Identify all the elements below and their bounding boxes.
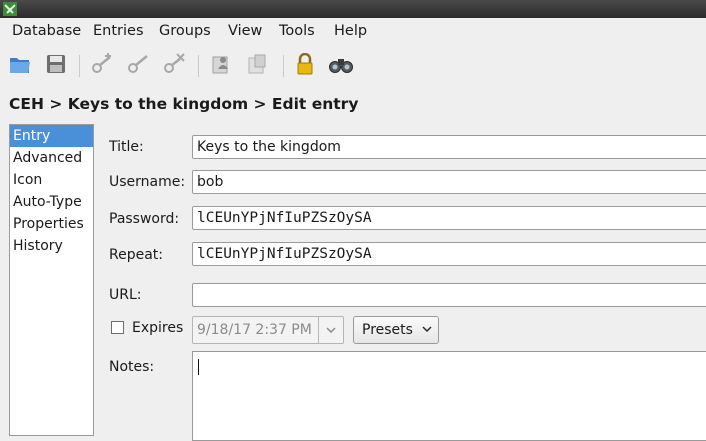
sidebar-item-icon[interactable]: Icon: [10, 169, 93, 191]
edit-entry-sidebar: Entry Advanced Icon Auto-Type Properties…: [9, 124, 94, 436]
copy-username-button[interactable]: [208, 50, 236, 78]
delete-entry-button[interactable]: [160, 50, 188, 78]
edit-entry-icon: [128, 55, 148, 73]
chevron-down-icon: [422, 326, 432, 332]
username-label: Username:: [109, 174, 186, 190]
presets-button[interactable]: Presets: [353, 316, 439, 344]
save-database-icon: [47, 55, 65, 73]
search-button[interactable]: [327, 50, 355, 78]
expiry-datetime-field[interactable]: 9/18/17 2:37 PM: [192, 316, 344, 344]
sidebar-item-entry[interactable]: Entry: [10, 125, 93, 147]
lock-database-icon: [297, 53, 313, 75]
open-database-button[interactable]: [6, 50, 34, 78]
repeat-password-field[interactable]: lCEUnYPjNfIuPZSzOySA: [192, 242, 706, 266]
copy-password-button[interactable]: [244, 50, 272, 78]
presets-label: Presets: [362, 322, 413, 338]
save-database-button[interactable]: [42, 50, 70, 78]
delete-entry-icon: [164, 53, 185, 73]
toolbar-separator: [198, 55, 199, 77]
toolbar-separator: [283, 55, 284, 77]
menu-view[interactable]: View: [228, 23, 262, 39]
username-field[interactable]: bob: [192, 170, 706, 194]
password-field[interactable]: lCEUnYPjNfIuPZSzOySA: [192, 206, 706, 230]
add-entry-icon: [92, 53, 111, 73]
notes-textarea[interactable]: [192, 351, 706, 441]
expires-checkbox[interactable]: [111, 321, 124, 334]
page-title: CEH > Keys to the kingdom > Edit entry: [9, 95, 359, 113]
keepassx-app-icon: [3, 2, 17, 16]
add-entry-button[interactable]: [88, 50, 116, 78]
open-database-icon: [10, 58, 30, 73]
sidebar-item-history[interactable]: History: [10, 235, 93, 257]
toolbar-separator: [79, 55, 80, 77]
password-label: Password:: [109, 211, 180, 227]
edit-entry-button[interactable]: [124, 50, 152, 78]
url-label: URL:: [109, 287, 142, 303]
text-cursor: [198, 359, 199, 375]
expiry-dropdown-button[interactable]: [318, 317, 343, 343]
menu-help[interactable]: Help: [334, 23, 367, 39]
expires-label: Expires: [132, 320, 184, 336]
lock-database-button[interactable]: [291, 50, 319, 78]
sidebar-item-auto-type[interactable]: Auto-Type: [10, 191, 93, 213]
notes-label: Notes:: [109, 359, 155, 375]
search-icon: [329, 59, 353, 73]
menu-groups[interactable]: Groups: [159, 23, 211, 39]
url-field[interactable]: [192, 283, 706, 307]
menu-entries[interactable]: Entries: [93, 23, 144, 39]
repeat-label: Repeat:: [109, 247, 163, 263]
toolbar: [0, 45, 706, 87]
title-label: Title:: [109, 139, 144, 155]
copy-username-icon: [212, 56, 228, 74]
chevron-down-icon: [326, 327, 336, 333]
sidebar-item-advanced[interactable]: Advanced: [10, 147, 93, 169]
menubar: Database Entries Groups View Tools Help: [0, 18, 706, 45]
sidebar-item-properties[interactable]: Properties: [10, 213, 93, 235]
title-field[interactable]: Keys to the kingdom: [192, 135, 706, 159]
copy-password-icon: [248, 54, 266, 74]
window-titlebar: [0, 0, 706, 18]
menu-database[interactable]: Database: [12, 23, 81, 39]
menu-tools[interactable]: Tools: [279, 23, 315, 39]
expiry-datetime-value: 9/18/17 2:37 PM: [197, 322, 312, 338]
